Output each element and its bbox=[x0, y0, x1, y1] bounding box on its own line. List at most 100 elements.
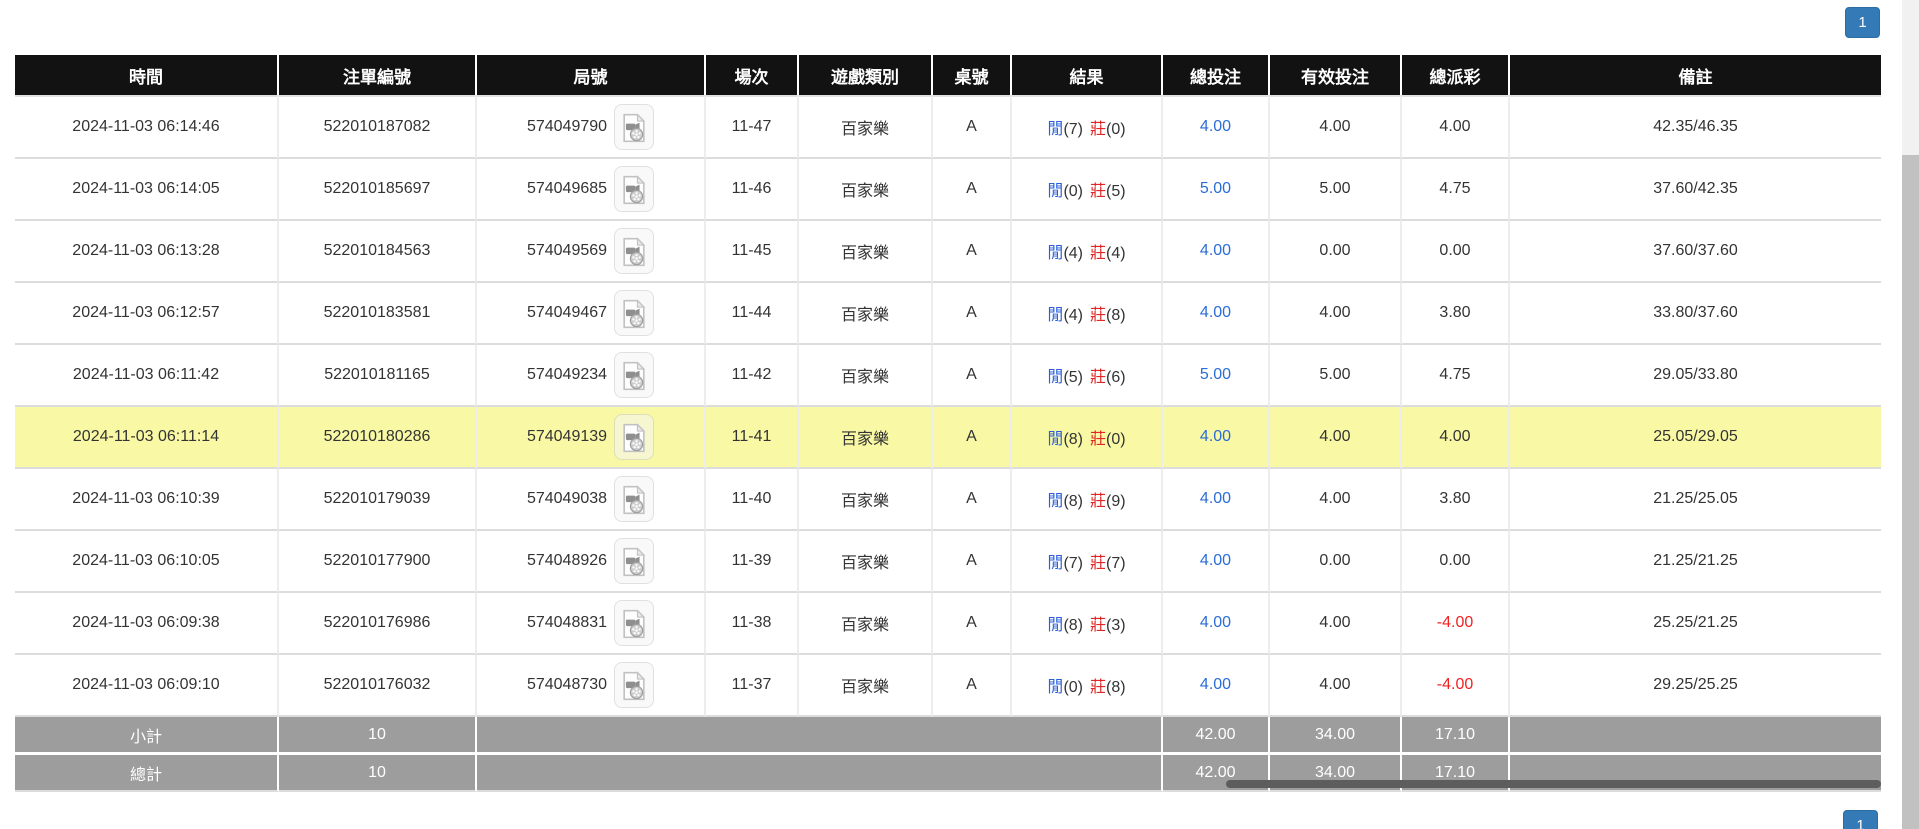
header-table-no: 桌號 bbox=[933, 55, 1012, 95]
cell-round-id: 574048831 bbox=[477, 593, 706, 655]
subtotal-total-bet: 42.00 bbox=[1163, 717, 1270, 752]
banker-result-score: (5) bbox=[1106, 183, 1126, 200]
cell-bet-id: 522010187082 bbox=[279, 95, 477, 159]
video-replay-button[interactable] bbox=[614, 662, 654, 708]
header-remark: 備註 bbox=[1510, 55, 1881, 95]
session-no: 11-45 bbox=[732, 242, 772, 259]
cell-payout: 4.00 bbox=[1402, 95, 1510, 159]
cell-bet-id: 522010180286 bbox=[279, 407, 477, 469]
bet-time: 2024-11-03 06:13:28 bbox=[72, 242, 219, 259]
cell-bet-id: 522010185697 bbox=[279, 159, 477, 221]
subtotal-row: 小計 10 42.00 34.00 17.10 bbox=[15, 717, 1881, 752]
video-icon bbox=[621, 361, 647, 391]
game-type: 百家樂 bbox=[841, 245, 889, 262]
session-no: 11-38 bbox=[732, 614, 772, 631]
cell-session: 11-39 bbox=[706, 531, 799, 593]
subtotal-remark bbox=[1510, 717, 1881, 752]
valid-bet: 4.00 bbox=[1319, 490, 1350, 507]
table-row: 2024-11-03 06:10:39 522010179039 5740490… bbox=[15, 469, 1881, 531]
video-replay-button[interactable] bbox=[614, 476, 654, 522]
game-type: 百家樂 bbox=[841, 307, 889, 324]
cell-payout: 4.75 bbox=[1402, 159, 1510, 221]
banker-result-label: 莊 bbox=[1090, 431, 1106, 448]
table-row: 2024-11-03 06:11:14 522010180286 5740491… bbox=[15, 407, 1881, 469]
remark-balance: 25.05/29.05 bbox=[1653, 428, 1738, 445]
player-result-label: 閒 bbox=[1047, 493, 1063, 510]
cell-result: 閒(8)莊(0) bbox=[1012, 407, 1163, 469]
bet-time: 2024-11-03 06:11:42 bbox=[73, 366, 219, 383]
video-replay-button[interactable] bbox=[614, 104, 654, 150]
total-bet-link[interactable]: 4.00 bbox=[1200, 552, 1231, 569]
total-bet-link[interactable]: 4.00 bbox=[1200, 614, 1231, 631]
video-icon bbox=[621, 175, 647, 205]
banker-result-label: 莊 bbox=[1090, 121, 1106, 138]
cell-result: 閒(0)莊(5) bbox=[1012, 159, 1163, 221]
total-label: 總計 bbox=[15, 752, 279, 792]
total-bet-link[interactable]: 4.00 bbox=[1200, 242, 1231, 259]
table-no: A bbox=[966, 614, 977, 631]
video-replay-button[interactable] bbox=[614, 538, 654, 584]
video-replay-button[interactable] bbox=[614, 290, 654, 336]
session-no: 11-40 bbox=[732, 490, 772, 507]
round-id: 574049685 bbox=[527, 180, 607, 198]
cell-round-id: 574048926 bbox=[477, 531, 706, 593]
bet-id: 522010176986 bbox=[324, 614, 431, 631]
cell-valid-bet: 5.00 bbox=[1270, 345, 1402, 407]
cell-result: 閒(8)莊(3) bbox=[1012, 593, 1163, 655]
total-bet-link[interactable]: 4.00 bbox=[1200, 490, 1231, 507]
cell-session: 11-45 bbox=[706, 221, 799, 283]
total-bet-link[interactable]: 5.00 bbox=[1200, 180, 1231, 197]
video-replay-button[interactable] bbox=[614, 352, 654, 398]
table-row: 2024-11-03 06:13:28 522010184563 5740495… bbox=[15, 221, 1881, 283]
banker-result-label: 莊 bbox=[1090, 679, 1106, 696]
video-replay-button[interactable] bbox=[614, 166, 654, 212]
round-id: 574049139 bbox=[527, 428, 607, 446]
table-no: A bbox=[966, 552, 977, 569]
video-replay-button[interactable] bbox=[614, 600, 654, 646]
header-round-id: 局號 bbox=[477, 55, 706, 95]
subtotal-count: 10 bbox=[279, 717, 477, 752]
video-replay-button[interactable] bbox=[614, 414, 654, 460]
valid-bet: 5.00 bbox=[1319, 366, 1350, 383]
cell-remark: 29.25/25.25 bbox=[1510, 655, 1881, 717]
horizontal-scrollbar-thumb[interactable] bbox=[1226, 780, 1881, 788]
round-id: 574049790 bbox=[527, 118, 607, 136]
player-result-score: (8) bbox=[1063, 431, 1083, 448]
cell-time: 2024-11-03 06:11:42 bbox=[15, 345, 279, 407]
table-no: A bbox=[966, 676, 977, 693]
total-bet-link[interactable]: 4.00 bbox=[1200, 118, 1231, 135]
total-bet-link[interactable]: 4.00 bbox=[1200, 676, 1231, 693]
cell-session: 11-37 bbox=[706, 655, 799, 717]
cell-bet-id: 522010176986 bbox=[279, 593, 477, 655]
cell-time: 2024-11-03 06:14:46 bbox=[15, 95, 279, 159]
header-valid-bet: 有效投注 bbox=[1270, 55, 1402, 95]
total-bet-link[interactable]: 5.00 bbox=[1200, 366, 1231, 383]
total-bet-link[interactable]: 4.00 bbox=[1200, 304, 1231, 321]
header-time: 時間 bbox=[15, 55, 279, 95]
round-id: 574049234 bbox=[527, 366, 607, 384]
cell-game-type: 百家樂 bbox=[799, 345, 933, 407]
player-result-label: 閒 bbox=[1047, 679, 1063, 696]
cell-time: 2024-11-03 06:11:14 bbox=[15, 407, 279, 469]
cell-time: 2024-11-03 06:13:28 bbox=[15, 221, 279, 283]
bet-time: 2024-11-03 06:10:39 bbox=[72, 490, 219, 507]
total-bet-link[interactable]: 4.00 bbox=[1200, 428, 1231, 445]
vertical-scrollbar[interactable] bbox=[1902, 0, 1919, 829]
player-result-score: (0) bbox=[1063, 183, 1083, 200]
cell-total-bet: 4.00 bbox=[1163, 593, 1270, 655]
cell-payout: -4.00 bbox=[1402, 593, 1510, 655]
player-result-label: 閒 bbox=[1047, 617, 1063, 634]
session-no: 11-41 bbox=[732, 428, 772, 445]
cell-total-bet: 4.00 bbox=[1163, 95, 1270, 159]
cell-table-no: A bbox=[933, 283, 1012, 345]
cell-game-type: 百家樂 bbox=[799, 159, 933, 221]
subtotal-valid-bet: 34.00 bbox=[1270, 717, 1402, 752]
video-replay-button[interactable] bbox=[614, 228, 654, 274]
subtotal-label: 小計 bbox=[15, 717, 279, 752]
cell-result: 閒(7)莊(0) bbox=[1012, 95, 1163, 159]
banker-result-label: 莊 bbox=[1090, 183, 1106, 200]
pagination-page-1-bottom[interactable]: 1 bbox=[1843, 810, 1878, 829]
vertical-scrollbar-thumb[interactable] bbox=[1902, 155, 1919, 829]
player-result-score: (7) bbox=[1063, 555, 1083, 572]
pagination-page-1-top[interactable]: 1 bbox=[1845, 7, 1880, 38]
